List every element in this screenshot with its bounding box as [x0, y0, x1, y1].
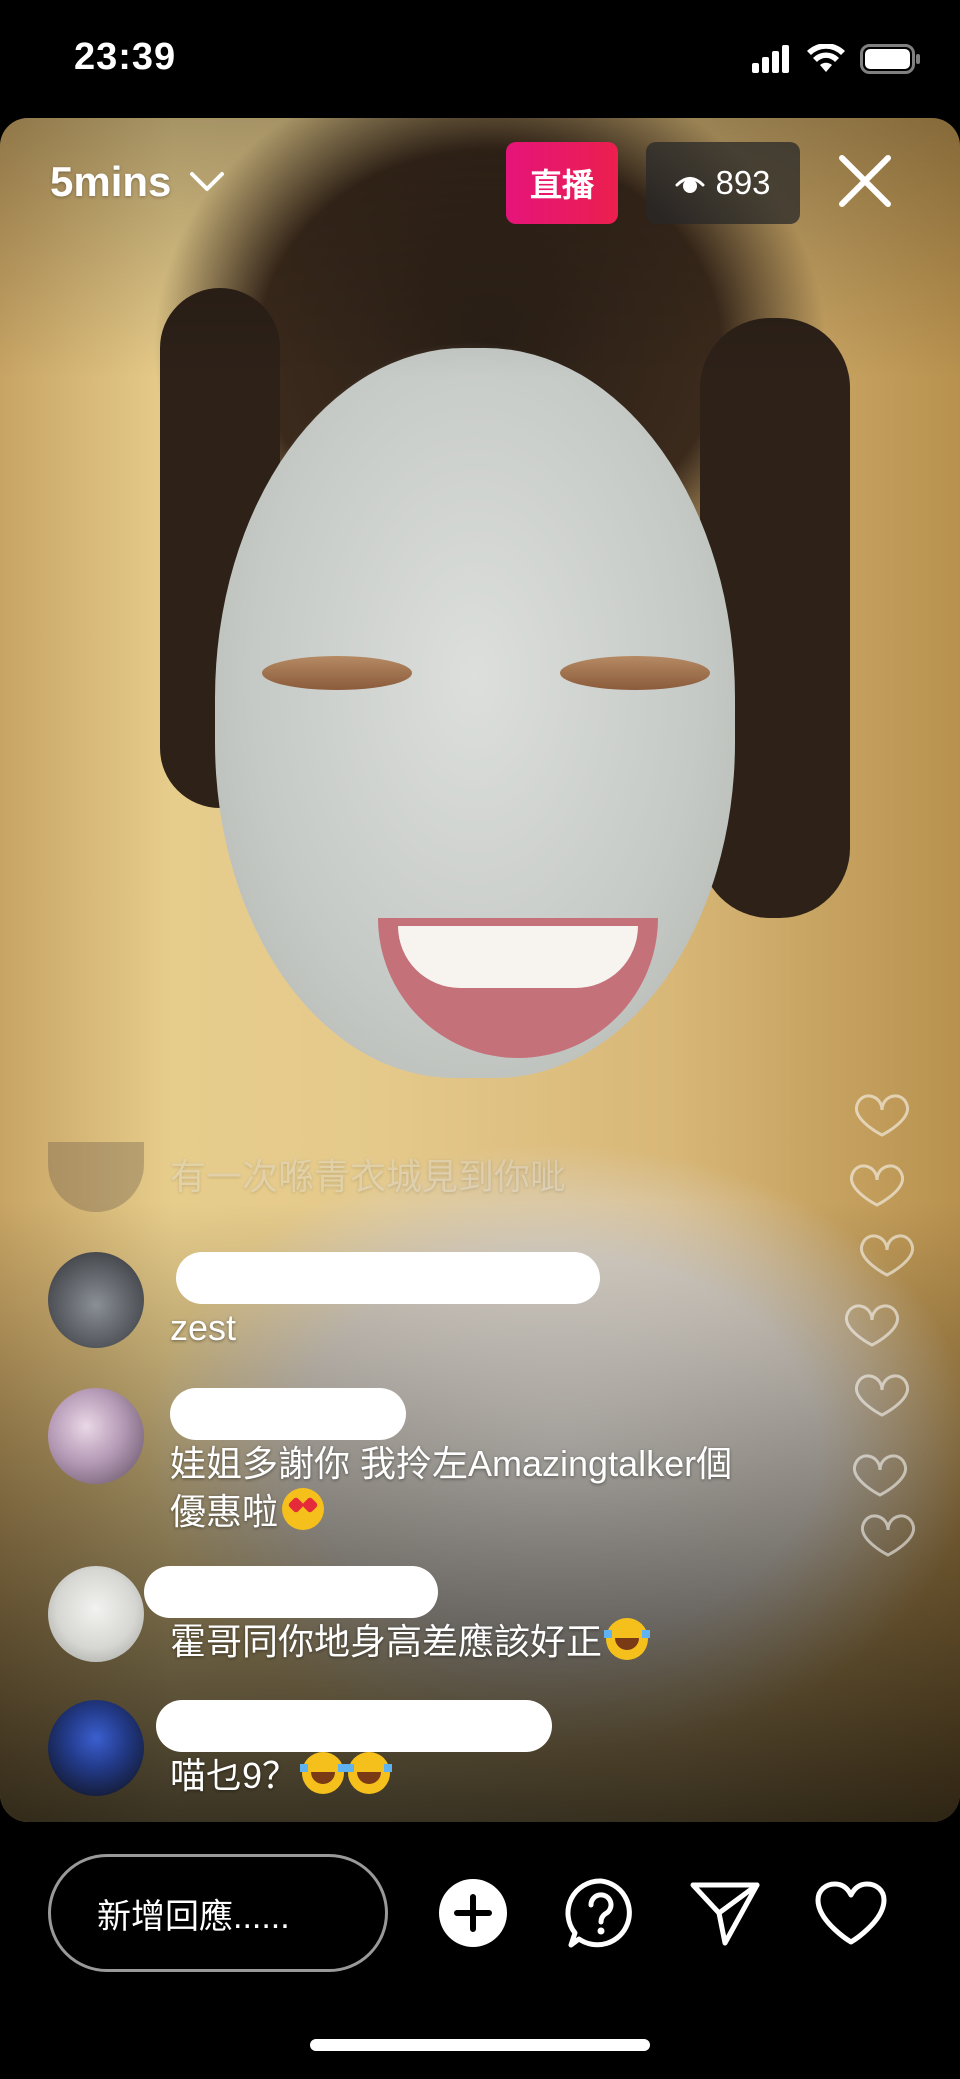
comment-body: 霍哥同你地身高差應該好正	[144, 1566, 651, 1666]
username-redacted	[144, 1566, 438, 1618]
username-redacted	[170, 1388, 406, 1440]
question-icon	[565, 1878, 632, 1948]
comment-text-line1: 霍哥同你地身高差應該好正	[170, 1621, 603, 1662]
like-button[interactable]	[814, 1876, 888, 1950]
comment-input[interactable]: 新增回應......	[48, 1854, 388, 1972]
avatar[interactable]	[48, 1566, 144, 1662]
laughing-emoji-icon	[346, 1752, 393, 1794]
avatar[interactable]	[48, 1700, 144, 1796]
share-button[interactable]	[688, 1876, 762, 1950]
question-button[interactable]	[564, 1876, 638, 1950]
avatar[interactable]	[48, 1388, 144, 1484]
comment-text-line1: 娃姐多謝你 我拎左Amazingtalker個	[170, 1443, 733, 1484]
video-eye-left	[262, 656, 412, 690]
faded-comment: 有一次喺青衣城見到你呲	[48, 1142, 566, 1212]
video-eye-right	[560, 656, 710, 690]
comment-text-line1: 喵乜9？	[170, 1755, 299, 1796]
avatar	[48, 1142, 144, 1212]
comment-text: zest	[170, 1307, 237, 1348]
heart-eyes-emoji-icon	[282, 1488, 325, 1530]
live-header: 5mins 直播 893	[0, 118, 960, 248]
live-badge: 直播	[506, 142, 618, 224]
comment-text-line2: 優惠啦	[170, 1491, 279, 1532]
floating-heart-icon	[861, 1514, 915, 1557]
send-icon	[690, 1882, 760, 1946]
floating-heart-icon	[853, 1454, 907, 1497]
status-time: 23:39	[74, 36, 177, 78]
floating-heart-icon	[855, 1374, 909, 1417]
comment-input-placeholder: 新增回應......	[97, 1897, 290, 1936]
close-icon	[839, 155, 891, 207]
stream-title-dropdown[interactable]: 5mins	[50, 158, 225, 206]
wifi-icon	[807, 44, 845, 72]
eye-icon	[675, 177, 705, 193]
username-redacted	[156, 1700, 552, 1752]
laughing-emoji-icon	[300, 1752, 347, 1794]
home-indicator[interactable]	[310, 2039, 650, 2051]
battery-icon	[860, 44, 920, 74]
floating-heart-icon	[860, 1234, 914, 1277]
close-button[interactable]	[832, 148, 898, 214]
comment-item[interactable]: 娃姐多謝你 我拎左Amazingtalker個 優惠啦	[48, 1388, 732, 1536]
viewer-count: 893	[715, 164, 771, 201]
status-icons	[752, 44, 922, 74]
cellular-signal-icon	[752, 45, 789, 73]
comment-body: zest	[170, 1252, 600, 1352]
viewer-count-badge[interactable]: 893	[646, 142, 800, 224]
video-teeth	[398, 926, 638, 988]
live-label: 直播	[529, 167, 594, 203]
comment-item[interactable]: zest	[48, 1252, 600, 1352]
comment-item[interactable]: 喵乜9？	[48, 1700, 552, 1800]
heart-icon	[815, 1881, 887, 1945]
add-button[interactable]	[436, 1876, 510, 1950]
live-stream-screen: 23:39 5mins 直播 893 有一次喺青衣城見到你呲 zest 娃姐多謝…	[0, 0, 960, 2079]
status-bar: 23:39	[0, 0, 960, 118]
username-redacted	[176, 1252, 600, 1304]
comment-item[interactable]: 霍哥同你地身高差應該好正	[48, 1566, 651, 1666]
comment-text: 有一次喺青衣城見到你呲	[170, 1156, 567, 1197]
comment-body: 娃姐多謝你 我拎左Amazingtalker個 優惠啦	[170, 1388, 732, 1536]
laughing-emoji-icon	[604, 1618, 651, 1660]
floating-heart-icon	[855, 1094, 909, 1137]
comment-text: 喵乜9？	[170, 1752, 552, 1800]
floating-hearts	[845, 1094, 915, 1557]
floating-heart-icon	[850, 1164, 904, 1207]
comment-text: 霍哥同你地身高差應該好正	[170, 1618, 651, 1666]
chevron-down-icon	[190, 172, 225, 191]
add-icon	[439, 1879, 507, 1947]
avatar[interactable]	[48, 1252, 144, 1348]
floating-heart-icon	[845, 1304, 899, 1347]
stream-title: 5mins	[50, 158, 172, 205]
comment-text: 娃姐多謝你 我拎左Amazingtalker個 優惠啦	[170, 1440, 732, 1536]
comment-body: 喵乜9？	[156, 1700, 552, 1800]
